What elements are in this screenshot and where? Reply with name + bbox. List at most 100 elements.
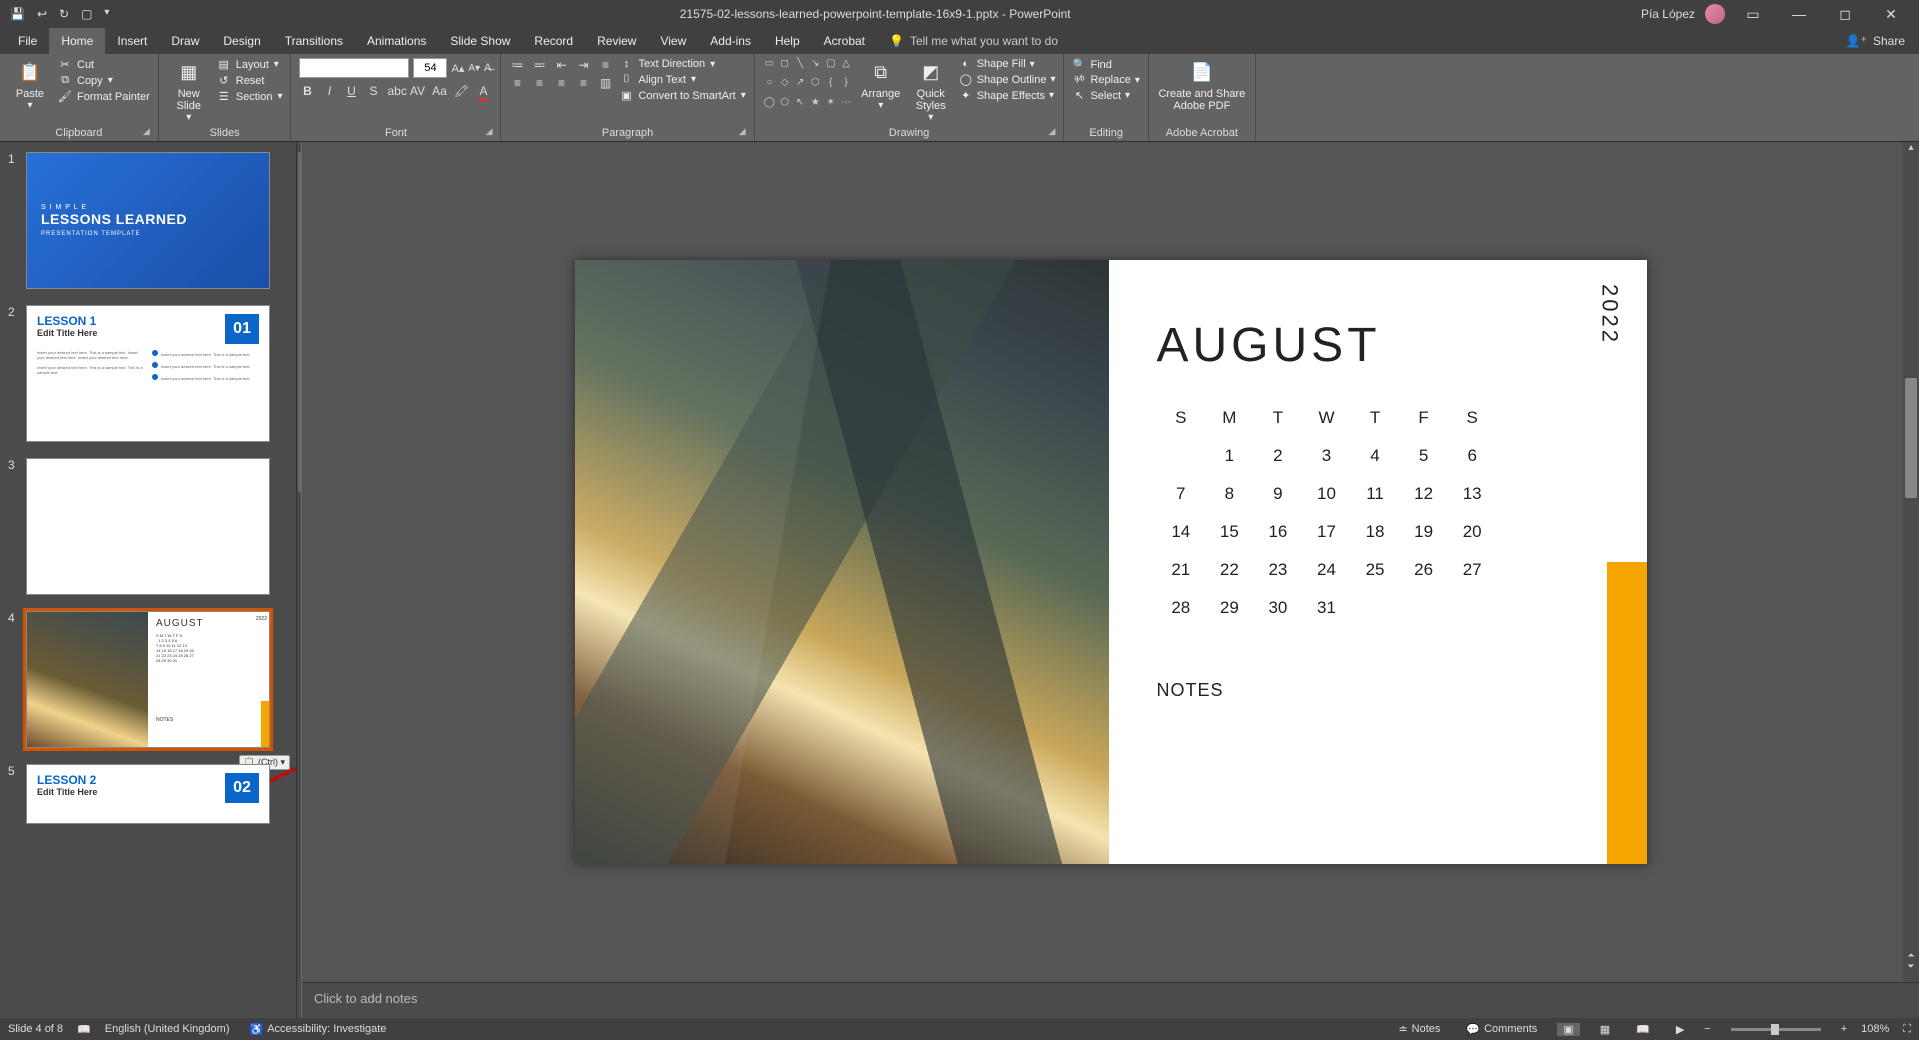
user-name[interactable]: Pía López	[1641, 7, 1695, 21]
align-right-icon[interactable]: ≡	[553, 76, 569, 90]
scroll-up-icon[interactable]: ▴	[1903, 142, 1919, 158]
next-slide-icon[interactable]: ⏷	[1907, 961, 1914, 972]
slide-counter[interactable]: Slide 4 of 8	[8, 1023, 63, 1035]
thumb-preview[interactable]: LESSON 1 Edit Title Here 01 Insert your …	[26, 305, 270, 442]
language-status[interactable]: English (United Kingdom)	[105, 1023, 230, 1035]
tab-design[interactable]: Design	[211, 28, 272, 54]
tab-file[interactable]: File	[6, 28, 49, 54]
tab-animations[interactable]: Animations	[355, 28, 438, 54]
shape-outline-button[interactable]: ◯Shape Outline▾	[959, 73, 1056, 86]
decrease-indent-icon[interactable]: ⇤	[553, 58, 569, 72]
numbering-icon[interactable]: ≕	[531, 58, 547, 72]
shape-effects-button[interactable]: ✦Shape Effects▾	[959, 89, 1056, 102]
tab-review[interactable]: Review	[585, 28, 648, 54]
zoom-out-icon[interactable]: −	[1704, 1023, 1710, 1035]
select-button[interactable]: ↖Select▾	[1072, 89, 1139, 102]
user-avatar[interactable]	[1705, 4, 1725, 24]
accessibility-status[interactable]: ♿Accessibility: Investigate	[243, 1023, 392, 1036]
start-from-beginning-icon[interactable]: ▢	[81, 7, 92, 21]
convert-smartart-button[interactable]: ▣Convert to SmartArt▾	[619, 89, 745, 102]
slide-notes-label[interactable]: NOTES	[1157, 680, 1224, 701]
increase-font-icon[interactable]: A▴	[451, 62, 464, 75]
create-share-pdf-button[interactable]: 📄 Create and Share Adobe PDF	[1157, 58, 1247, 112]
ribbon-display-icon[interactable]: ▭	[1735, 6, 1771, 23]
tab-view[interactable]: View	[648, 28, 698, 54]
quick-styles-button[interactable]: ◩ Quick Styles▾	[909, 58, 953, 123]
thumbnail-2[interactable]: 2 LESSON 1 Edit Title Here 01 Insert you…	[0, 301, 296, 454]
normal-view-icon[interactable]: ▣	[1557, 1023, 1579, 1036]
replace-button[interactable]: ᵃ⁄ᵇReplace▾	[1072, 74, 1139, 86]
dialog-launcher-icon[interactable]: ◢	[486, 126, 493, 137]
thumb-preview[interactable]: LESSON 2 Edit Title Here 02	[26, 764, 270, 824]
thumb-preview[interactable]	[26, 458, 270, 595]
thumb-preview[interactable]: S I M P L E LESSONS LEARNED PRESENTATION…	[26, 152, 270, 289]
slide-sorter-icon[interactable]: ▦	[1594, 1023, 1616, 1036]
align-left-icon[interactable]: ≡	[509, 76, 525, 90]
tab-home[interactable]: Home	[49, 28, 105, 54]
tell-me-search[interactable]: 💡 Tell me what you want to do	[889, 34, 1058, 48]
close-icon[interactable]: ✕	[1873, 6, 1909, 23]
shapes-gallery[interactable]: ▭◻╲↘▢△ ○◇↗⬡{} ◯⬠↖★✶⋯	[763, 58, 853, 114]
align-text-button[interactable]: ⌷Align Text▾	[619, 73, 745, 86]
tab-addins[interactable]: Add-ins	[698, 28, 763, 54]
bullets-icon[interactable]: ≔	[509, 58, 525, 72]
redo-icon[interactable]: ↻	[59, 7, 69, 21]
share-button[interactable]: 👤⁺ Share	[1846, 34, 1905, 48]
thumbnail-1[interactable]: 1 S I M P L E LESSONS LEARNED PRESENTATI…	[0, 148, 296, 301]
thumbnail-3[interactable]: 3	[0, 454, 296, 607]
font-name-input[interactable]	[299, 58, 409, 78]
highlight-icon[interactable]: 🖍	[453, 84, 469, 98]
thumb-preview[interactable]: AUGUST 2022 S M T W T F S 1 2 3 4 5 67 8…	[26, 611, 270, 748]
dialog-launcher-icon[interactable]: ◢	[739, 126, 746, 137]
find-button[interactable]: 🔍Find	[1072, 58, 1139, 71]
minimize-icon[interactable]: —	[1781, 6, 1817, 22]
thumbnail-4[interactable]: 4 AUGUST 2022 S M T W T F S 1 2 3 4 5 67…	[0, 607, 296, 760]
layout-button[interactable]: ▤Layout▾	[217, 58, 283, 71]
slide-year[interactable]: 2022	[1597, 284, 1623, 345]
prev-slide-icon[interactable]: ⏶	[1907, 950, 1914, 961]
font-size-input[interactable]	[413, 58, 447, 78]
tab-insert[interactable]: Insert	[105, 28, 159, 54]
paste-button[interactable]: 📋 Paste ▾	[8, 58, 52, 111]
spellcheck-icon[interactable]: 📖	[77, 1023, 91, 1036]
zoom-level[interactable]: 108%	[1861, 1023, 1889, 1035]
arrange-button[interactable]: ⧉ Arrange▾	[859, 58, 903, 111]
line-spacing-icon[interactable]: ≡	[597, 58, 613, 72]
cut-button[interactable]: ✂Cut	[58, 58, 150, 71]
tab-acrobat[interactable]: Acrobat	[812, 28, 877, 54]
slide-month[interactable]: AUGUST	[1157, 318, 1599, 373]
align-center-icon[interactable]: ≡	[531, 76, 547, 90]
underline-button[interactable]: U	[343, 84, 359, 98]
shape-fill-button[interactable]: ◐Shape Fill▾	[959, 58, 1056, 70]
bold-button[interactable]: B	[299, 84, 315, 98]
dialog-launcher-icon[interactable]: ◢	[143, 126, 150, 137]
columns-icon[interactable]: ▥	[597, 76, 613, 90]
reading-view-icon[interactable]: 📖	[1630, 1023, 1656, 1036]
clear-formatting-icon[interactable]: A̶	[484, 62, 491, 74]
strikethrough-button[interactable]: abc	[387, 84, 403, 98]
comments-toggle[interactable]: 💬Comments	[1460, 1023, 1543, 1036]
section-button[interactable]: ☰Section▾	[217, 90, 283, 103]
undo-icon[interactable]: ↩	[37, 7, 47, 21]
slide-image[interactable]	[575, 260, 1109, 864]
font-color-icon[interactable]: A	[475, 84, 491, 98]
dialog-launcher-icon[interactable]: ◢	[1049, 126, 1056, 137]
reset-button[interactable]: ↺Reset	[217, 74, 283, 87]
notes-toggle[interactable]: ≐Notes	[1392, 1023, 1446, 1036]
maximize-icon[interactable]: ◻	[1827, 6, 1863, 23]
text-direction-button[interactable]: ↕Text Direction▾	[619, 58, 745, 70]
tab-help[interactable]: Help	[763, 28, 812, 54]
copy-button[interactable]: ⧉Copy▾	[58, 74, 150, 87]
zoom-slider[interactable]	[1731, 1028, 1821, 1031]
slideshow-view-icon[interactable]: ▶	[1670, 1023, 1690, 1036]
tab-slideshow[interactable]: Slide Show	[438, 28, 522, 54]
scrollbar-thumb[interactable]	[1905, 378, 1917, 498]
format-painter-button[interactable]: 🖌Format Painter	[58, 90, 150, 103]
notes-pane[interactable]: Click to add notes	[302, 982, 1919, 1018]
slide-thumbnail-panel[interactable]: 1 S I M P L E LESSONS LEARNED PRESENTATI…	[0, 142, 296, 1018]
fit-to-window-icon[interactable]: ⛶	[1903, 1023, 1911, 1036]
character-spacing-icon[interactable]: AV	[409, 84, 425, 98]
save-icon[interactable]: 💾	[10, 7, 25, 21]
tab-record[interactable]: Record	[522, 28, 585, 54]
calendar-table[interactable]: SMTWTFS 12345678910111213141516171819202…	[1157, 399, 1497, 627]
